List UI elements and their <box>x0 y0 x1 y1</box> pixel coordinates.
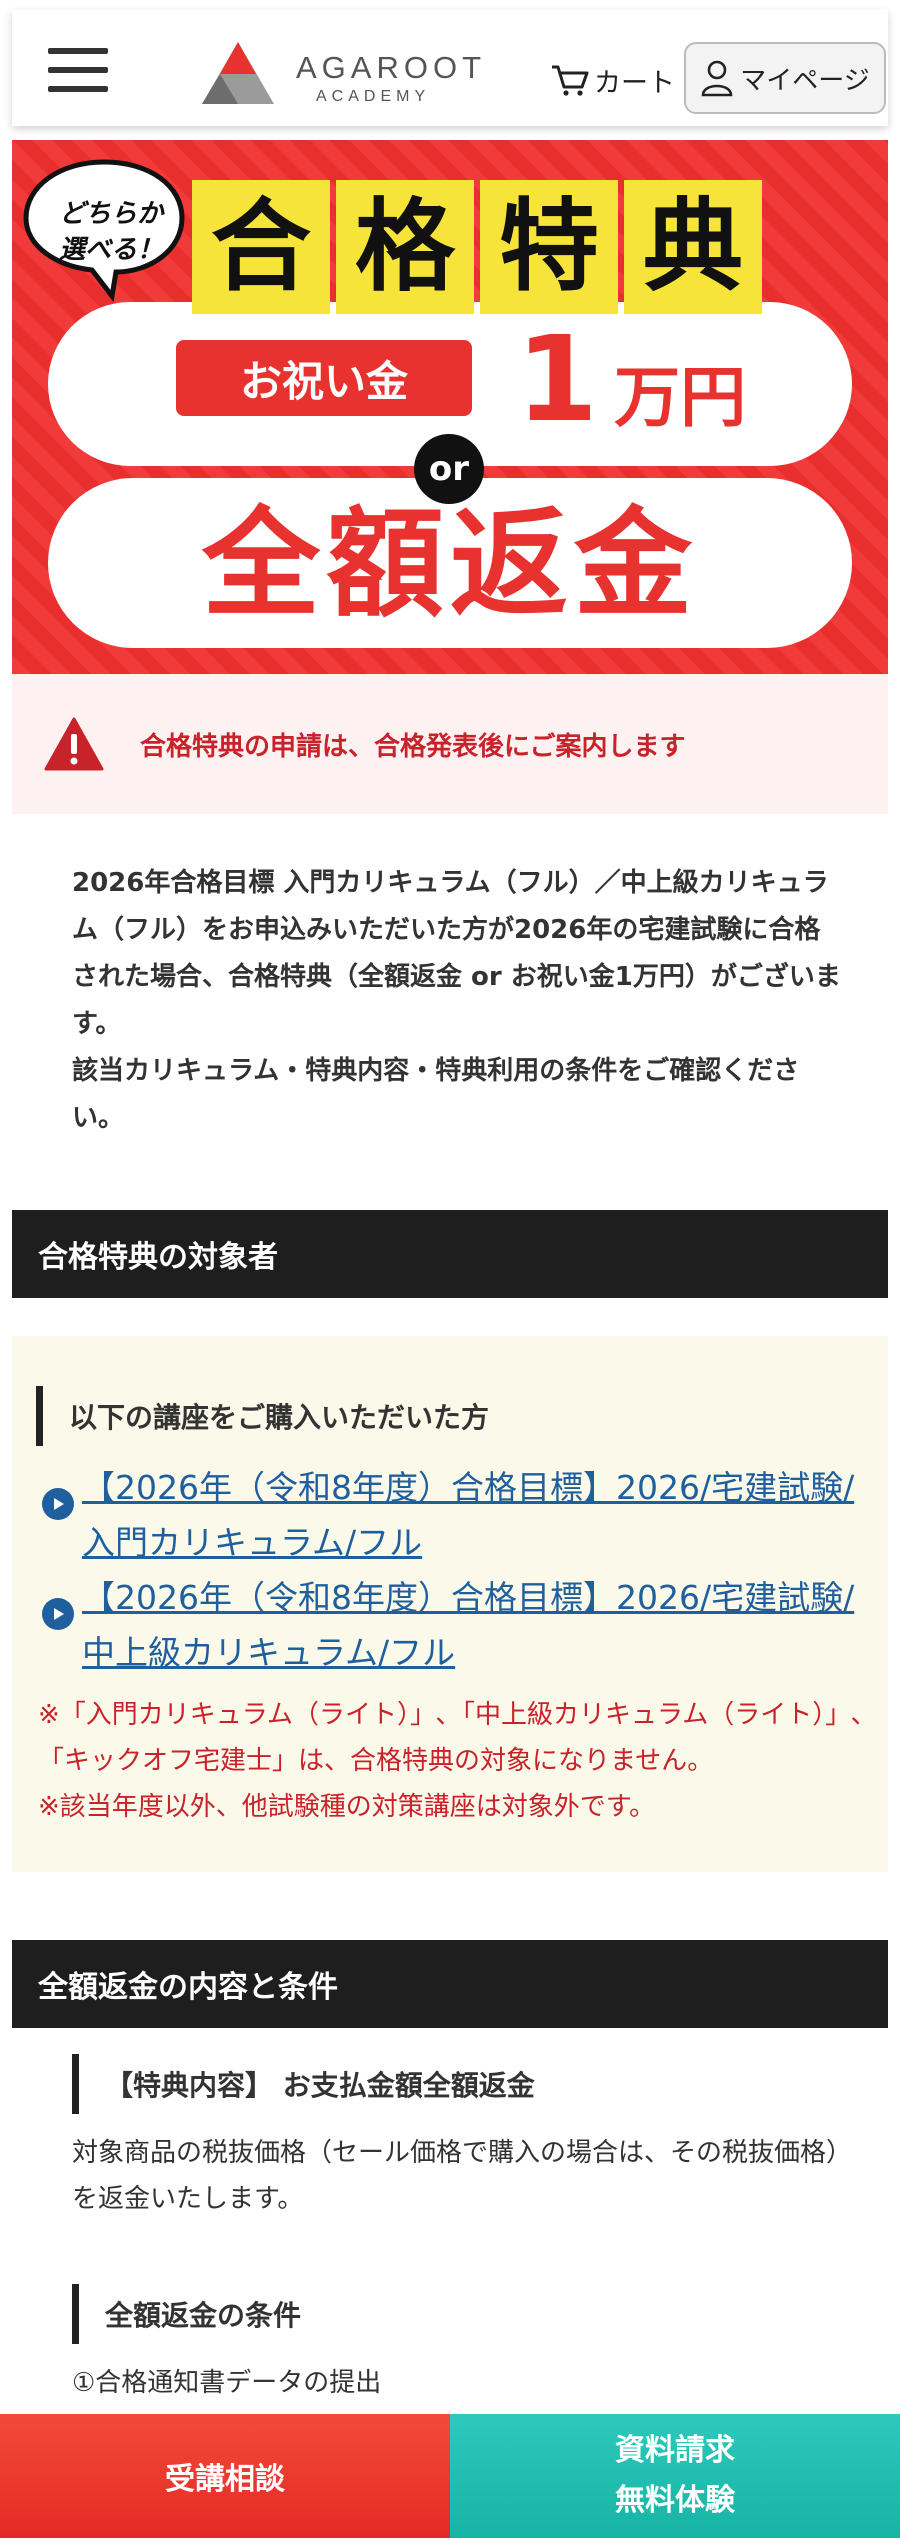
play-arrow-icon <box>42 1598 74 1630</box>
full-refund-text: 全額返金 <box>201 495 698 633</box>
exclusion-note: ※「入門カリキュラム（ライト）」､「中上級カリキュラム（ライト）」､「キックオフ… <box>38 1700 865 1776</box>
refund-section-heading: 全額返金の内容と条件 <box>12 1940 888 2028</box>
title-char: 格 <box>336 180 474 314</box>
refund-content-heading: 【特典内容】 お支払金額全額返金 <box>72 2054 535 2114</box>
title-char: 合 <box>192 180 330 314</box>
speech-bubble: どちらか選べる！ <box>20 154 188 302</box>
intro-paragraph: 2026年合格目標 入門カリキュラム（フル）／中上級カリキュラム（フル）をお申込… <box>72 868 841 1039</box>
cart-link[interactable]: カート <box>550 60 675 100</box>
refund-conditions-heading-text: 全額返金の条件 <box>105 2299 302 2332</box>
application-alert: 合格特典の申請は、合格発表後にご案内します <box>12 674 888 814</box>
amount-number: 1 <box>516 310 599 448</box>
target-section-heading: 合格特典の対象者 <box>12 1210 888 1298</box>
user-icon <box>701 60 733 97</box>
title-char: 特 <box>480 180 618 314</box>
intro-paragraph: 該当カリキュラム・特典内容・特典利用の条件をご確認ください。 <box>72 1056 800 1133</box>
heading-bar <box>72 2054 79 2114</box>
intro-text: 2026年合格目標 入門カリキュラム（フル）／中上級カリキュラム（フル）をお申込… <box>72 860 844 1142</box>
target-box: 以下の講座をご購入いただいた方 【2026年（令和8年度）合格目標】2026/宅… <box>12 1336 888 1872</box>
trial-label: 無料体験 <box>615 2483 735 2518</box>
alert-text: 合格特典の申請は、合格発表後にご案内します <box>140 731 686 762</box>
consultation-button[interactable]: 受講相談 <box>0 2414 450 2538</box>
course-link-item: 【2026年（令和8年度）合格目標】2026/宅建試験/入門カリキュラム/フル <box>42 1460 862 1570</box>
heading-bar <box>72 2284 79 2344</box>
agaroot-logo[interactable]: AGAROOT ACADEMY <box>192 36 481 116</box>
course-link-item: 【2026年（令和8年度）合格目標】2026/宅建試験/中上級カリキュラム/フル <box>42 1570 862 1680</box>
or-badge: or <box>414 434 484 504</box>
warning-icon <box>44 717 104 771</box>
heading-bar <box>36 1386 43 1446</box>
amount-unit: 万円 <box>614 359 747 436</box>
refund-content-text: 対象商品の税抜価格（セール価格で購入の場合は、その税抜価格）を返金いたします。 <box>72 2138 853 2214</box>
course-link-beginner[interactable]: 【2026年（令和8年度）合格目標】2026/宅建試験/入門カリキュラム/フル <box>82 1460 862 1570</box>
logo-mark-icon <box>202 42 274 104</box>
cart-icon <box>552 65 589 96</box>
target-sub-heading: 以下の講座をご購入いただいた方 <box>36 1386 489 1446</box>
course-link-advanced[interactable]: 【2026年（令和8年度）合格目標】2026/宅建試験/中上級カリキュラム/フル <box>82 1570 862 1680</box>
pass-benefit-banner: どちらか選べる！ 合 格 特 典 お祝い金 1 万円 全額返金 or <box>12 140 888 674</box>
cart-label: カート <box>594 67 675 99</box>
play-arrow-icon <box>42 1488 74 1520</box>
banner-title: 合 格 特 典 <box>192 180 768 314</box>
mypage-button[interactable]: マイページ <box>684 42 886 114</box>
exclusion-note: ※該当年度以外、他試験種の対策講座は対象外です。 <box>38 1792 656 1822</box>
refund-content-heading-text: 【特典内容】 お支払金額全額返金 <box>105 2069 535 2102</box>
logo-sub-text: ACADEMY <box>316 88 431 105</box>
logo-brand-text: AGAROOT <box>296 50 487 85</box>
request-trial-button[interactable]: 資料請求 無料体験 <box>450 2414 900 2538</box>
target-sub-heading-text: 以下の講座をご購入いただいた方 <box>69 1401 490 1434</box>
hamburger-menu-icon[interactable] <box>48 48 108 98</box>
oiwai-badge: お祝い金 <box>176 340 472 416</box>
oiwai-amount: 1 万円 <box>516 320 746 438</box>
bubble-text: どちらか選べる！ <box>58 199 163 265</box>
refund-condition-item: ①合格通知書データの提出 <box>72 2368 382 2398</box>
site-header: AGAROOT ACADEMY カート マイページ <box>12 10 888 126</box>
mypage-label: マイページ <box>740 65 870 96</box>
refund-conditions-heading: 全額返金の条件 <box>72 2284 301 2344</box>
title-char: 典 <box>624 180 762 314</box>
request-label: 資料請求 <box>615 2433 735 2468</box>
